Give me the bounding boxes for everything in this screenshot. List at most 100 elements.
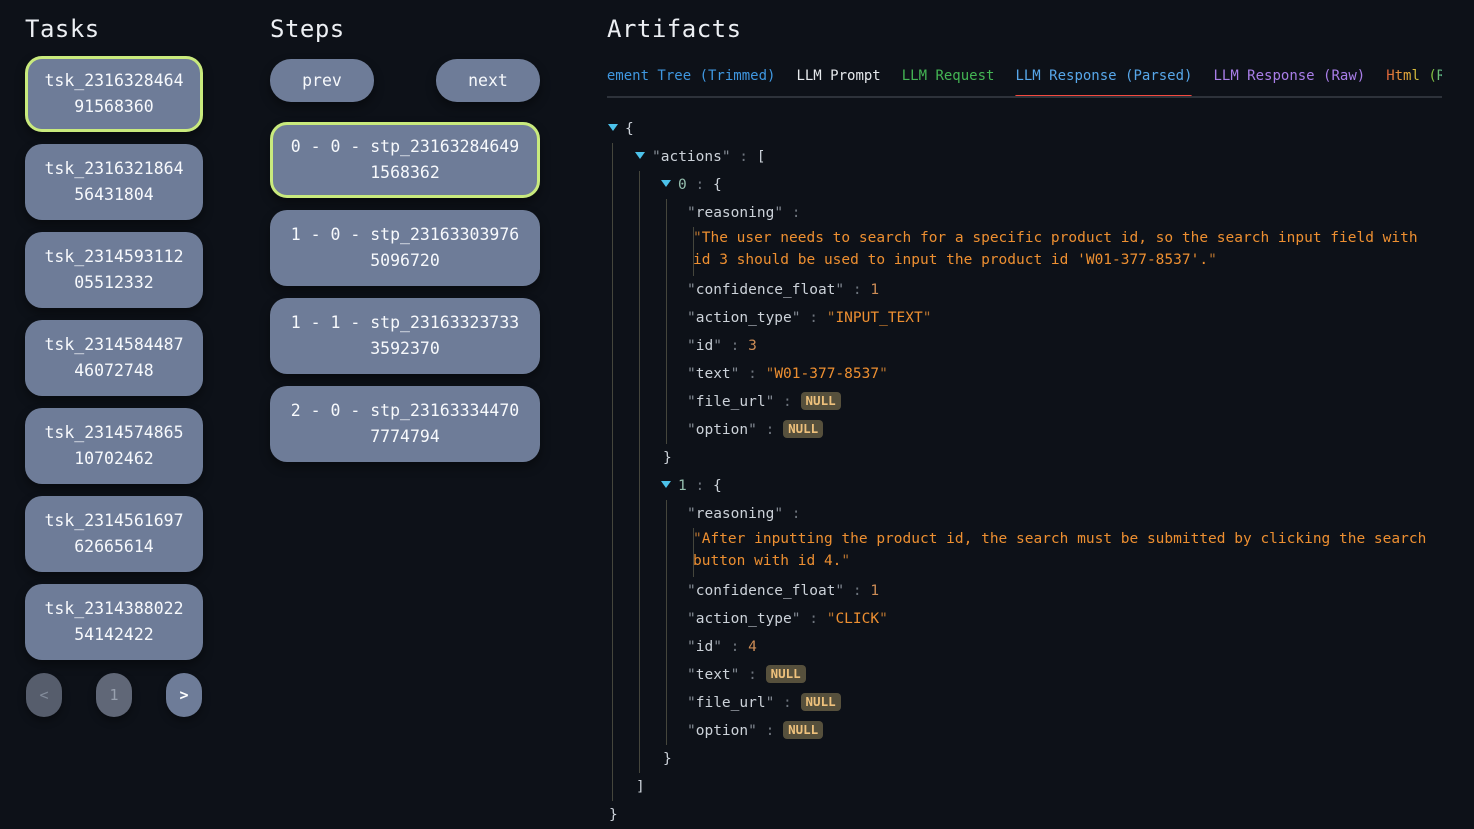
json-tree-row: id : 4 [607, 633, 1442, 661]
indent-guide [639, 332, 640, 360]
json-token-punct: { [713, 177, 722, 193]
artifacts-tab-bar: Element Tree (Trimmed) LLM Prompt LLM Requ… [607, 68, 1442, 98]
indent-guide [612, 143, 613, 171]
tab-llm-prompt[interactable]: LLM Prompt [796, 68, 880, 96]
json-tree-row: reasoning : [607, 199, 1442, 227]
json-token-key: reasoning [687, 205, 783, 221]
app-root: { "colors": { "page_bg": "#0d1118", "but… [0, 0, 1474, 800]
tab-llm-response-raw[interactable]: LLM Response (Raw) [1213, 68, 1365, 96]
json-token-key: id [687, 338, 722, 354]
json-token-string: W01-377-8537 [766, 366, 888, 382]
indent-guide [612, 472, 613, 500]
pagination-page-button[interactable]: 1 [96, 673, 132, 717]
task-button[interactable]: tsk_231459311205512332 [25, 232, 203, 308]
indent-guide [666, 199, 667, 227]
steps-list: 0 - 0 - stp_231632846491568362 1 - 0 - st… [270, 122, 540, 462]
json-token-key: confidence_float [687, 282, 844, 298]
indent-guide [612, 360, 613, 388]
indent-guide [639, 171, 640, 199]
indent-guide [639, 304, 640, 332]
steps-title: Steps [270, 13, 540, 46]
json-token-key: reasoning [687, 506, 783, 522]
steps-next-button[interactable]: next [436, 59, 540, 102]
indent-guide [666, 605, 667, 633]
step-button[interactable]: 1 - 1 - stp_231633237333592370 [270, 298, 540, 374]
indent-guide [639, 500, 640, 528]
json-tree-row: } [607, 801, 1442, 829]
indent-guide [639, 276, 640, 304]
pagination-next-button[interactable]: > [166, 673, 202, 717]
json-token-number: 1 [870, 282, 879, 298]
tab-llm-response-parsed[interactable]: LLM Response (Parsed) [1015, 68, 1192, 96]
indent-guide [639, 577, 640, 605]
json-tree-row: text : NULL [607, 661, 1442, 689]
indent-guide [666, 717, 667, 745]
steps-prev-button[interactable]: prev [270, 59, 374, 102]
indent-guide [639, 416, 640, 444]
indent-guide [612, 717, 613, 745]
json-token-index: 1 [678, 478, 687, 494]
collapse-arrow-icon[interactable] [661, 481, 671, 488]
step-button[interactable]: 0 - 0 - stp_231632846491568362 [270, 122, 540, 198]
steps-nav: prev next [270, 59, 540, 102]
indent-guide [639, 444, 640, 472]
task-button[interactable]: tsk_231632186456431804 [25, 144, 203, 220]
json-token-colon: : [801, 310, 827, 326]
json-token-colon: : [774, 394, 800, 410]
indent-guide [612, 444, 613, 472]
json-tree-row: confidence_float : 1 [607, 577, 1442, 605]
indent-guide [612, 528, 613, 577]
json-token-colon: : [757, 723, 783, 739]
tasks-pagination: < 1 > [25, 673, 203, 717]
json-tree-row: The user needs to search for a specific … [607, 227, 1442, 276]
json-token-null: NULL [801, 392, 841, 410]
collapse-arrow-icon[interactable] [635, 152, 645, 159]
step-button[interactable]: 2 - 0 - stp_231633344707774794 [270, 386, 540, 462]
json-token-null: NULL [801, 693, 841, 711]
json-token-string: INPUT_TEXT [827, 310, 932, 326]
task-button[interactable]: tsk_231456169762665614 [25, 496, 203, 572]
pagination-prev-button[interactable]: < [26, 673, 62, 717]
tab-llm-request[interactable]: LLM Request [902, 68, 995, 96]
indent-guide [612, 227, 613, 276]
json-token-colon: : [757, 422, 783, 438]
json-token-number: 3 [748, 338, 757, 354]
json-tree-row: text : W01-377-8537 [607, 360, 1442, 388]
indent-guide [612, 605, 613, 633]
indent-guide [666, 276, 667, 304]
task-button[interactable]: tsk_231438802254142422 [25, 584, 203, 660]
json-token-string: After inputting the product id, the sear… [693, 528, 1442, 572]
indent-guide [612, 416, 613, 444]
json-tree-row: actions : [ [607, 143, 1442, 171]
json-tree-row: confidence_float : 1 [607, 276, 1442, 304]
json-tree-row: option : NULL [607, 416, 1442, 444]
json-token-colon: : [783, 506, 800, 522]
json-tree-row: { [607, 115, 1442, 143]
indent-guide [639, 745, 640, 773]
step-button[interactable]: 1 - 0 - stp_231633039765096720 [270, 210, 540, 286]
json-tree-viewer: {actions : [0 : {reasoning :The user nee… [607, 115, 1442, 829]
json-token-key: actions [652, 149, 731, 165]
collapse-arrow-icon[interactable] [608, 124, 618, 131]
task-button[interactable]: tsk_231632846491568360 [25, 56, 203, 132]
json-tree-row: reasoning : [607, 500, 1442, 528]
json-token-number: 1 [870, 583, 879, 599]
json-token-colon: : [739, 366, 765, 382]
json-token-colon: : [844, 583, 870, 599]
tab-html-raw[interactable]: Html (Raw) [1386, 68, 1442, 96]
collapse-arrow-icon[interactable] [661, 180, 671, 187]
json-token-colon: : [722, 639, 748, 655]
task-button[interactable]: tsk_231458448746072748 [25, 320, 203, 396]
tab-element-tree-trimmed[interactable]: Element Tree (Trimmed) [607, 68, 775, 96]
indent-guide [639, 633, 640, 661]
indent-guide [639, 661, 640, 689]
json-token-key: action_type [687, 611, 801, 627]
json-token-key: file_url [687, 695, 774, 711]
json-token-null: NULL [783, 420, 823, 438]
json-tree-row: file_url : NULL [607, 689, 1442, 717]
indent-guide [612, 332, 613, 360]
indent-guide [639, 605, 640, 633]
task-button[interactable]: tsk_231457486510702462 [25, 408, 203, 484]
tasks-panel: Tasks tsk_231632846491568360tsk_23163218… [25, 0, 203, 717]
indent-guide [612, 304, 613, 332]
